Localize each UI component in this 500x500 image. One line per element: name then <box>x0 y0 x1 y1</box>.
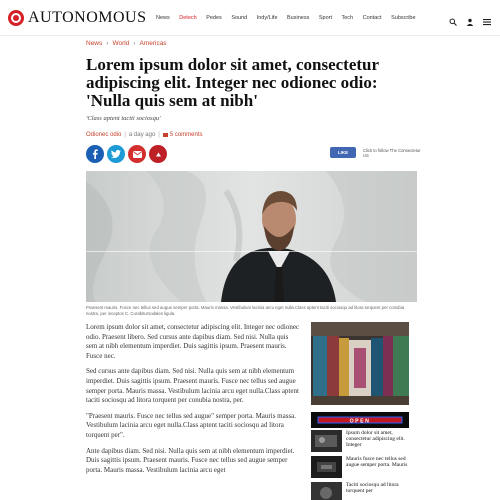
related-item[interactable]: Ipsum dolor sit amet, consectetur adipis… <box>311 430 411 452</box>
related-item[interactable]: Taciti sociosqu ad litora torquent per <box>311 482 411 500</box>
related-item[interactable]: Mauris fusce nec tellus sed augue semper… <box>311 456 411 478</box>
nav-item-indy-life[interactable]: Indy/Life <box>257 15 278 21</box>
article-meta: Odionec odio | a day ago | 5 comments <box>86 132 203 138</box>
store-photo <box>311 322 409 405</box>
breadcrumb-world[interactable]: World <box>112 40 129 47</box>
nav-item-pedes[interactable]: Pedes <box>206 15 222 21</box>
facebook-share-button[interactable] <box>86 145 104 163</box>
header-icons <box>449 13 491 26</box>
article-paragraph: Sed cursus ante dapibus diam. Sed nisi. … <box>86 367 299 405</box>
nav-item-contact[interactable]: Contact <box>363 15 382 21</box>
article-title: Lorem ipsum dolor sit amet, consectetur … <box>86 55 379 110</box>
flipboard-icon <box>155 152 161 156</box>
main-nav: News Detech Pedes Sound Indy/Life Busine… <box>156 15 425 21</box>
email-share-button[interactable] <box>128 145 146 163</box>
breadcrumb-news[interactable]: News <box>86 40 102 47</box>
related-list: Ipsum dolor sit amet, consectetur adipis… <box>311 430 411 500</box>
chevron-right-icon: › <box>106 40 109 47</box>
nav-item-news[interactable]: News <box>156 15 170 21</box>
comments-count: 5 comments <box>169 132 203 138</box>
article-paragraph: Lorem ipsum dolor sit amet, consectetur … <box>86 323 300 360</box>
nav-item-tech[interactable]: Tech <box>342 15 354 21</box>
site-logo[interactable]: AUTONOMOUS <box>8 9 147 27</box>
nav-item-business[interactable]: Business <box>287 15 309 21</box>
related-thumbnail <box>311 430 342 452</box>
open-banner[interactable]: OPEN <box>311 412 409 428</box>
related-thumbnail <box>311 456 342 478</box>
follow-box: LIKE Click to follow The Consectetur US <box>330 147 423 158</box>
hero-image <box>86 171 417 302</box>
publish-time: a day ago <box>128 132 156 138</box>
facebook-like-button[interactable]: LIKE <box>330 147 356 158</box>
menu-icon[interactable] <box>483 13 491 26</box>
breadcrumb-americas[interactable]: Americas <box>139 40 166 47</box>
twitter-share-button[interactable] <box>107 145 125 163</box>
man-portrait-photo <box>86 171 417 302</box>
open-neon-sign: OPEN <box>317 416 403 424</box>
like-label: LIKE <box>337 150 349 155</box>
logo-icon <box>8 10 24 26</box>
follow-text[interactable]: Click to follow The Consectetur US <box>363 148 423 158</box>
nav-item-sport[interactable]: Sport <box>319 15 332 21</box>
user-icon[interactable] <box>466 13 474 26</box>
pinterest-share-button[interactable] <box>149 145 167 163</box>
logo-text: AUTONOMOUS <box>28 9 147 26</box>
twitter-icon <box>111 150 121 158</box>
nav-item-detech[interactable]: Detech <box>179 15 196 21</box>
comments-link[interactable]: 5 comments <box>162 132 203 138</box>
related-thumbnail <box>311 482 342 500</box>
article-body: Lorem ipsum dolor sit amet, consectetur … <box>86 323 300 481</box>
article-paragraph: Ante dapibus diam. Sed nisi. Nulla quis … <box>86 446 295 474</box>
site-header: AUTONOMOUS News Detech Pedes Sound Indy/… <box>0 0 500 36</box>
article-subtitle: 'Class aptent taciti sociosqu' <box>86 115 161 122</box>
open-banner-text: OPEN <box>350 418 371 424</box>
nav-item-sound[interactable]: Sound <box>231 15 247 21</box>
meta-divider: | <box>124 132 126 138</box>
sidebar-ad-image[interactable] <box>311 322 409 405</box>
related-title: Taciti sociosqu ad litora torquent per <box>346 482 399 495</box>
nav-item-subscribe[interactable]: Subscribe <box>391 15 415 21</box>
search-icon[interactable] <box>449 13 457 26</box>
breadcrumb: News › World › Americas <box>86 40 167 47</box>
comment-icon <box>162 133 168 137</box>
image-caption: Praesent mauris. Fusce nec tellus sed au… <box>86 305 405 316</box>
email-icon <box>132 150 142 158</box>
related-title: Ipsum dolor sit amet, consectetur adipis… <box>346 430 405 449</box>
chevron-right-icon: › <box>133 40 136 47</box>
related-title: Mauris fusce nec tellus sed augue semper… <box>346 456 408 469</box>
author-link[interactable]: Odionec odio <box>86 132 121 138</box>
meta-divider: | <box>158 132 160 138</box>
share-buttons <box>86 145 167 163</box>
article-paragraph: "Praesent mauris. Fusce nec tellus sed a… <box>86 411 297 439</box>
facebook-icon <box>92 149 98 159</box>
